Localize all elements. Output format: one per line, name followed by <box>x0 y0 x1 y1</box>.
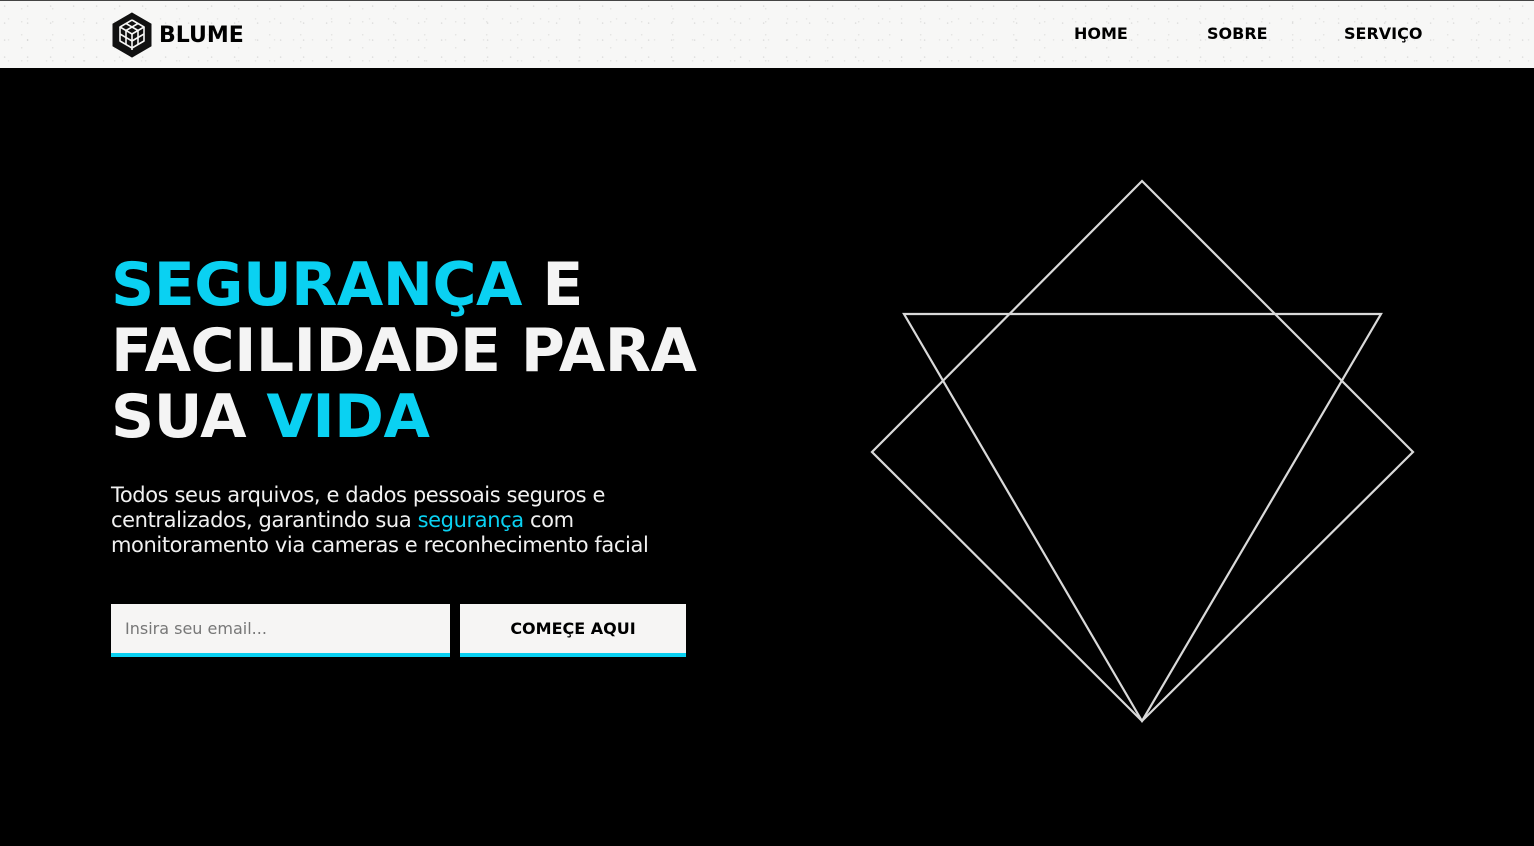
brand-name: BLUME <box>159 22 244 48</box>
nav-link-home[interactable]: HOME <box>1074 24 1128 43</box>
page: BLUME HOME SOBRE SERVIÇO SEGURANÇA E FAC… <box>0 0 1534 846</box>
hero-title-sua: SUA <box>111 382 267 452</box>
cta-start-button[interactable]: COMEÇE AQUI <box>460 604 686 657</box>
geometric-triangles-illustration <box>870 179 1415 724</box>
hero-title: SEGURANÇA E FACILIDADE PARA SUA VIDA <box>111 250 697 452</box>
hero-description-line-3: monitoramento via cameras e reconhecimen… <box>111 533 649 557</box>
site-header: BLUME HOME SOBRE SERVIÇO <box>0 0 1534 68</box>
hero-description: Todos seus arquivos, e dados pessoais se… <box>111 483 711 558</box>
illustration-diamond <box>870 179 1415 723</box>
illustration-triangle <box>902 312 1383 724</box>
hero-title-facilidade: FACILIDADE PARA <box>111 316 697 386</box>
hero-description-line-2-start: centralizados, garantindo sua <box>111 508 418 532</box>
brand-logo-link[interactable]: BLUME <box>111 12 244 58</box>
hero-title-accent-vida: VIDA <box>266 382 430 452</box>
hero-description-line-1: Todos seus arquivos, e dados pessoais se… <box>111 483 606 507</box>
hexagon-cube-icon <box>112 12 152 58</box>
hero-description-line-2-end: com <box>523 508 574 532</box>
nav-link-servico[interactable]: SERVIÇO <box>1344 24 1422 43</box>
nav-link-sobre[interactable]: SOBRE <box>1207 24 1268 43</box>
hero-title-e: E <box>522 250 583 320</box>
hero-title-accent-seguranca: SEGURANÇA <box>111 250 523 320</box>
email-input[interactable] <box>111 604 450 657</box>
hero-description-accent-seguranca: segurança <box>417 508 525 532</box>
hero-description-line-2: centralizados, garantindo sua segurança … <box>111 508 711 533</box>
